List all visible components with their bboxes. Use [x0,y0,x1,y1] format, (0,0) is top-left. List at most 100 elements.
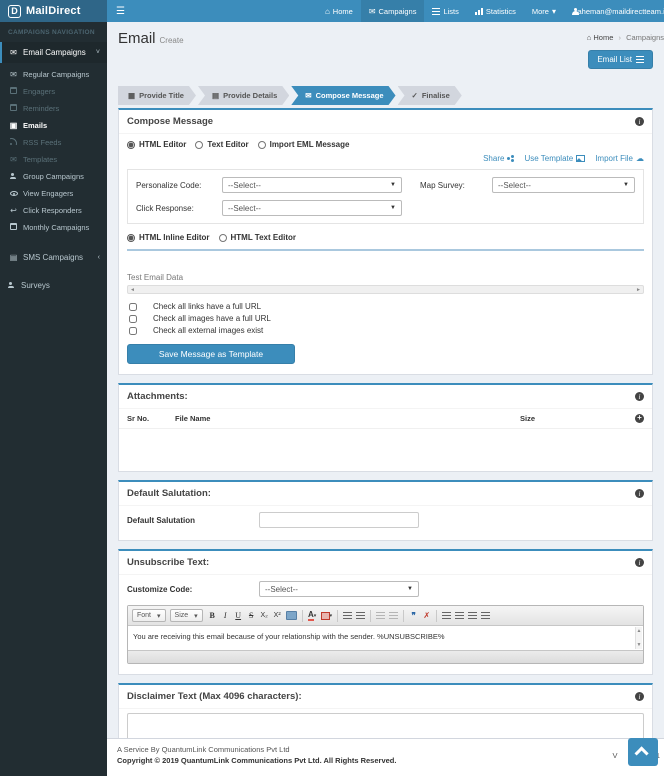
unordered-list-icon[interactable] [355,610,366,622]
info-icon[interactable]: i [635,117,644,126]
sidebar-item-sms-campaigns[interactable]: ▤ SMS Campaigns ‹ [0,247,107,268]
insert-image-icon[interactable] [285,610,298,622]
nav-statistics[interactable]: Statistics [467,0,524,22]
html-editor-label[interactable]: HTML Editor [139,140,186,149]
text-color-icon[interactable]: A▾ [307,610,318,622]
blockquote-icon[interactable]: ❞ [408,610,419,622]
info-icon[interactable]: i [635,558,644,567]
italic-icon[interactable]: I [220,610,231,622]
import-file-link[interactable]: Import File ☁ [595,154,644,163]
check-external-images-label[interactable]: Check all external images exist [153,326,263,335]
import-eml-label[interactable]: Import EML Message [270,140,350,149]
customize-code-select[interactable]: --Select-- ▼ [259,581,419,597]
sidebar-item-click-responders[interactable]: ↩ Click Responders [0,202,107,219]
sidebar-item-rss-feeds[interactable]: RSS Feeds [0,134,107,151]
align-center-icon[interactable] [454,610,465,622]
nav-home[interactable]: ⌂ Home [317,0,361,22]
html-inline-editor-radio[interactable] [127,234,135,242]
tab-provide-details[interactable]: ▤ Provide Details [198,86,289,105]
sidebar-item-group-campaigns[interactable]: Group Campaigns [0,168,107,185]
disclaimer-textarea[interactable] [127,713,644,738]
sidebar-item-view-engagers[interactable]: View Engagers [0,185,107,202]
default-salutation-input[interactable] [259,512,419,528]
html-inline-editor-label[interactable]: HTML Inline Editor [139,233,210,242]
remove-format-icon[interactable]: ✗ [421,610,432,622]
font-dropdown[interactable]: Font ▾ [132,609,166,622]
check-external-images-checkbox[interactable] [129,327,137,335]
check-images-label[interactable]: Check all images have a full URL [153,314,271,323]
sidebar-item-label: RSS Feeds [23,138,61,147]
click-response-select[interactable]: --Select-- ▼ [222,200,402,216]
sidebar-item-templates[interactable]: ✉ Templates [0,151,107,168]
import-eml-radio[interactable] [258,141,266,149]
th-large-icon: ▦ [128,91,135,100]
superscript-icon[interactable]: X² [272,610,283,622]
sidebar-item-email-campaigns[interactable]: ✉ Email Campaigns ˅ [0,42,107,63]
check-links-checkbox[interactable] [129,303,137,311]
info-icon[interactable]: i [635,692,644,701]
nav-campaigns[interactable]: ✉ Campaigns [361,0,425,22]
panel-title: Default Salutation: [127,488,211,499]
tab-compose-message[interactable]: ✉ Compose Message [291,86,395,105]
html-editor-radio[interactable] [127,141,135,149]
unsubscribe-text-editor-body[interactable]: You are receiving this email because of … [128,626,643,650]
info-icon[interactable]: i [635,392,644,401]
align-right-icon[interactable] [467,610,478,622]
sidebar-item-surveys[interactable]: Surveys [0,274,107,297]
sidebar-item-emails[interactable]: ▣ Emails [0,117,107,134]
align-left-icon[interactable] [441,610,452,622]
editor-vertical-scrollbar[interactable]: ▲▼ [635,627,642,649]
text-editor-radio[interactable] [195,141,203,149]
save-message-as-template-button[interactable]: Save Message as Template [127,344,295,364]
share-label: Share [483,154,504,163]
sidebar-item-engagers[interactable]: Engagers [0,83,107,100]
add-attachment-icon[interactable]: + [635,414,644,423]
text-editor-label[interactable]: Text Editor [207,140,248,149]
bold-icon[interactable]: B [207,610,218,622]
map-survey-select[interactable]: --Select-- ▼ [492,177,635,193]
subscript-icon[interactable]: X₂ [259,610,270,622]
scroll-left-icon[interactable]: ◄ [130,287,135,293]
scroll-to-top-button[interactable] [628,738,658,766]
insert-table-icon[interactable]: ▾ [320,610,334,622]
tab-finalise[interactable]: ✓ Finalise [398,86,462,105]
attachments-empty-body [119,429,652,471]
sidebar-item-reminders[interactable]: Reminders [0,100,107,117]
strikethrough-icon[interactable]: S [246,610,257,622]
panel-title: Compose Message [127,116,213,127]
check-links-label[interactable]: Check all links have a full URL [153,302,261,311]
nav-statistics-label: Statistics [486,7,516,16]
sidebar-item-regular-campaigns[interactable]: ✉ Regular Campaigns [0,66,107,83]
envelope-icon: ✉ [9,155,18,164]
inline-editor-area[interactable] [127,251,644,271]
email-list-button[interactable]: Email List [588,50,653,69]
html-text-editor-label[interactable]: HTML Text Editor [231,233,296,242]
html-text-editor-radio[interactable] [219,234,227,242]
underline-icon[interactable]: U [233,610,244,622]
scroll-right-icon[interactable]: ► [636,287,641,293]
compose-message-panel: Compose Message i HTML Editor Text Edito… [118,108,653,375]
nav-user-menu[interactable]: raheman@maildirectteam.in [564,0,664,22]
personalize-code-select[interactable]: --Select-- ▼ [222,177,402,193]
disclaimer-panel: Disclaimer Text (Max 4096 characters): i… [118,683,653,738]
sidebar-toggle-icon[interactable]: ☰ [107,0,134,22]
brand-logo[interactable]: D MailDirect [0,0,107,22]
info-icon[interactable]: i [635,489,644,498]
nav-lists[interactable]: Lists [424,0,466,22]
align-justify-icon[interactable] [480,610,491,622]
outdent-icon[interactable] [375,610,386,622]
horizontal-scrollbar[interactable]: ◄ ► [127,285,644,294]
ordered-list-icon[interactable] [342,610,353,622]
check-images-checkbox[interactable] [129,315,137,323]
sidebar-item-monthly-campaigns[interactable]: Monthly Campaigns [0,219,107,236]
email-campaigns-submenu: ✉ Regular Campaigns Engagers Reminders ▣… [0,63,107,241]
breadcrumb-home[interactable]: Home [593,33,613,42]
share-link[interactable]: Share [483,154,514,163]
indent-icon[interactable] [388,610,399,622]
tab-provide-title[interactable]: ▦ Provide Title [118,86,196,105]
nav-more[interactable]: More ▾ [524,0,564,22]
brand-logo-icon: D [8,5,21,18]
version-prefix: V [613,751,618,760]
size-dropdown[interactable]: Size ▾ [170,609,203,622]
use-template-link[interactable]: Use Template [524,154,585,163]
